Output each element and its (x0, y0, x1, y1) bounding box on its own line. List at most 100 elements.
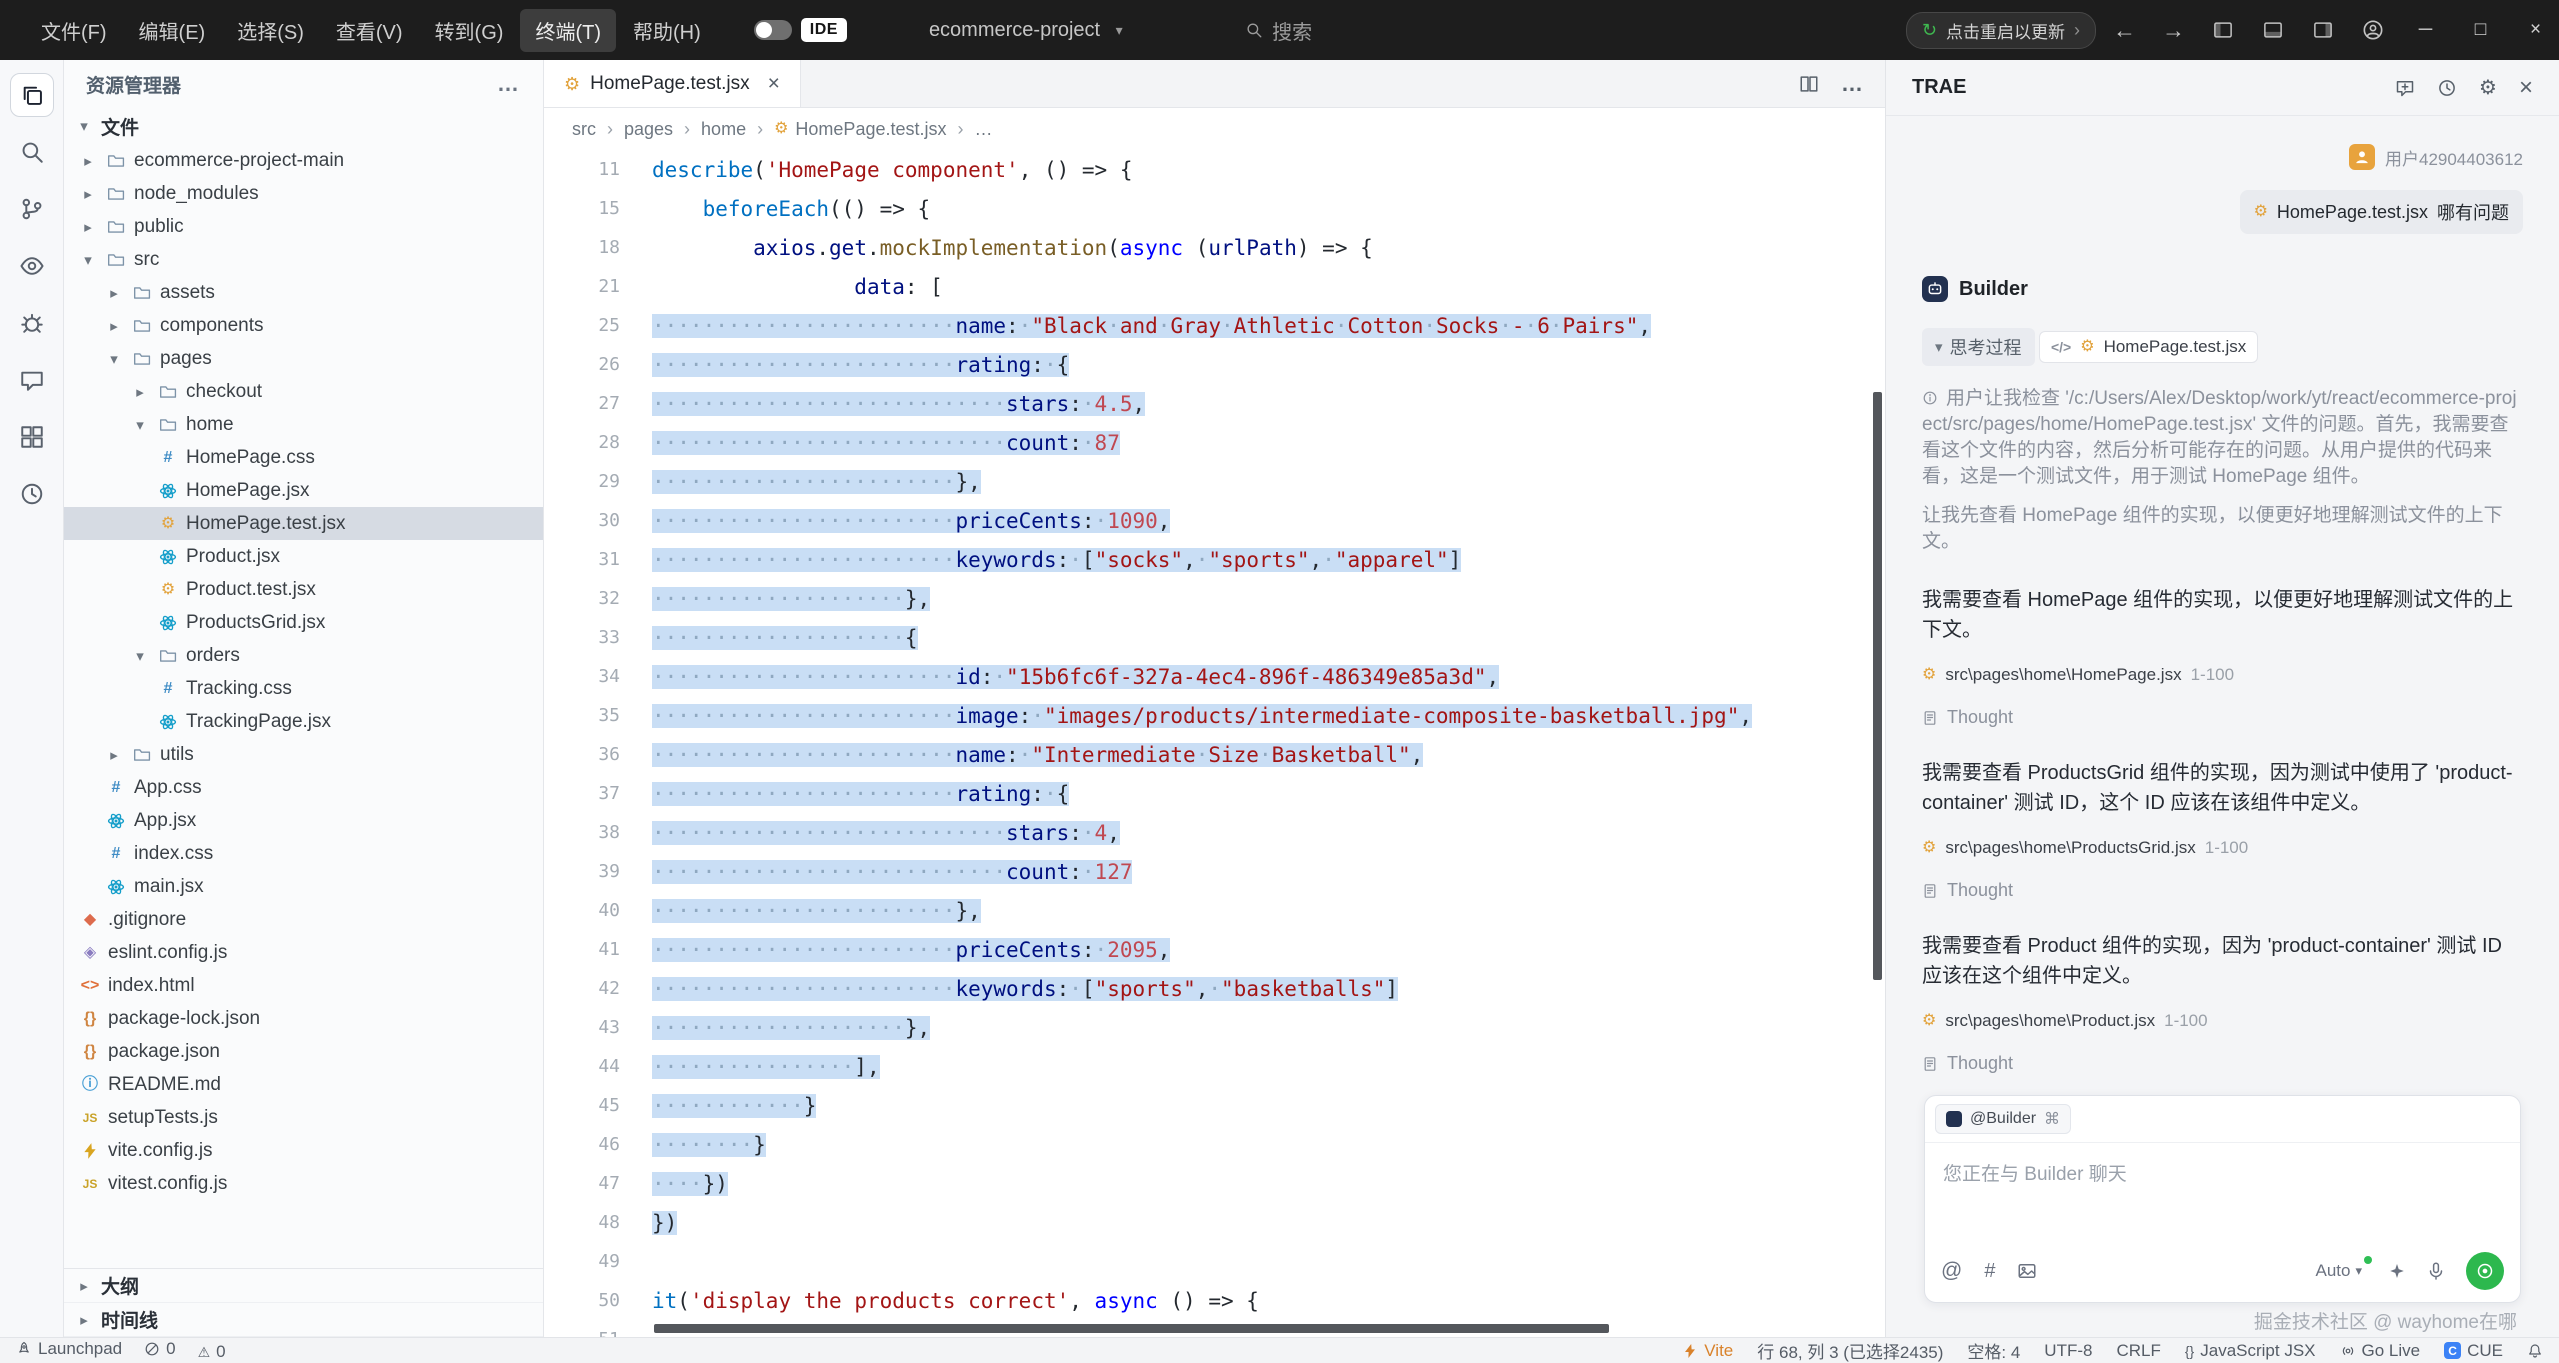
breadcrumb-item-home[interactable]: home (701, 119, 746, 140)
tree-item-vitest-config-js[interactable]: JSvitest.config.js (64, 1167, 543, 1200)
tree-item-home[interactable]: ▾home (64, 408, 543, 441)
code-line[interactable]: 47····}) (544, 1164, 1885, 1203)
line-number[interactable]: 25 (544, 315, 620, 336)
code-line[interactable]: 15 beforeEach(() => { (544, 189, 1885, 228)
tree-item-productsgrid-jsx[interactable]: ProductsGrid.jsx (64, 606, 543, 639)
split-editor-button[interactable] (1799, 74, 1819, 94)
tree-item-node-modules[interactable]: ▸node_modules (64, 177, 543, 210)
tree-item-ecommerce-project-main[interactable]: ▸ecommerce-project-main (64, 144, 543, 177)
thought-toggle[interactable]: Thought (1922, 1053, 2523, 1074)
tree-item-assets[interactable]: ▸assets (64, 276, 543, 309)
code-line[interactable]: 49 (544, 1242, 1885, 1281)
tab-close-icon[interactable]: × (768, 72, 780, 96)
account-button[interactable] (2352, 19, 2394, 41)
line-number[interactable]: 29 (544, 471, 620, 492)
forward-button[interactable]: → (2153, 17, 2194, 44)
line-number[interactable]: 33 (544, 627, 620, 648)
activity-debug[interactable] (10, 301, 54, 345)
file-reference[interactable]: ⚙src\pages\home\Product.jsx1-100 (1922, 1011, 2523, 1031)
tree-item-orders[interactable]: ▾orders (64, 639, 543, 672)
code-line[interactable]: 43····················}, (544, 1008, 1885, 1047)
status-indentation[interactable]: 空格: 4 (1967, 1338, 2020, 1363)
code-line[interactable]: 50it('display the products correct', asy… (544, 1281, 1885, 1320)
thinking-process-toggle[interactable]: ▾ 思考过程 (1922, 328, 2035, 366)
chat-input[interactable]: 您正在与 Builder 聊天 (1925, 1143, 2520, 1244)
new-chat-button[interactable] (2395, 78, 2415, 98)
tree-item-trackingpage-jsx[interactable]: TrackingPage.jsx (64, 705, 543, 738)
code-line[interactable]: 18 axios.get.mockImplementation(async (u… (544, 228, 1885, 267)
tree-item-src[interactable]: ▾src (64, 243, 543, 276)
tree-item-homepage-jsx[interactable]: HomePage.jsx (64, 474, 543, 507)
tree-item-homepage-test-jsx[interactable]: ⚙HomePage.test.jsx (64, 507, 543, 540)
mention-button[interactable]: @ (1941, 1259, 1962, 1283)
toggle-secondary-sidebar-button[interactable] (2302, 20, 2344, 40)
model-auto-select[interactable]: Auto ▾ (2315, 1261, 2368, 1281)
line-number[interactable]: 45 (544, 1095, 620, 1116)
vertical-scrollbar[interactable] (1873, 392, 1882, 980)
status-go-live[interactable]: Go Live (2340, 1341, 2421, 1361)
mic-button[interactable] (2426, 1261, 2446, 1281)
breadcrumb-item-src[interactable]: src (572, 119, 596, 140)
chat-history-button[interactable] (2437, 78, 2457, 98)
tree-item-public[interactable]: ▸public (64, 210, 543, 243)
code-line[interactable]: 46········} (544, 1125, 1885, 1164)
send-button[interactable] (2466, 1252, 2504, 1290)
line-number[interactable]: 30 (544, 510, 620, 531)
line-number[interactable]: 51 (544, 1329, 620, 1337)
maximize-button[interactable]: □ (2457, 0, 2504, 60)
tree-item-eslint-config-js[interactable]: ◈eslint.config.js (64, 936, 543, 969)
line-number[interactable]: 34 (544, 666, 620, 687)
line-number[interactable]: 41 (544, 939, 620, 960)
menu-file[interactable]: 文件(F) (26, 9, 122, 52)
back-button[interactable]: ← (2104, 17, 2145, 44)
hash-button[interactable]: # (1984, 1260, 1995, 1283)
code-line[interactable]: 30························priceCents:·10… (544, 501, 1885, 540)
menu-terminal[interactable]: 终端(T) (520, 9, 616, 52)
breadcrumb-item-pages[interactable]: pages (624, 119, 673, 140)
close-button[interactable]: × (2512, 0, 2559, 60)
line-number[interactable]: 31 (544, 549, 620, 570)
line-number[interactable]: 11 (544, 159, 620, 180)
code-line[interactable]: 34························id:·"15b6fc6f-… (544, 657, 1885, 696)
tree-item-pages[interactable]: ▾pages (64, 342, 543, 375)
code-line[interactable]: 21 data: [ (544, 267, 1885, 306)
status-encoding[interactable]: UTF-8 (2044, 1341, 2092, 1361)
thought-toggle[interactable]: Thought (1922, 707, 2523, 728)
status-cursor-position[interactable]: 行 68, 列 3 (已选择2435) (1757, 1338, 1943, 1363)
ide-toggle-switch[interactable] (754, 20, 792, 40)
project-selector[interactable]: ecommerce-project ▾ (929, 19, 1129, 42)
code-line[interactable]: 27····························stars:·4.5… (544, 384, 1885, 423)
explorer-more-button[interactable]: … (497, 71, 521, 97)
file-reference[interactable]: ⚙src\pages\home\HomePage.jsx1-100 (1922, 665, 2523, 685)
code-line[interactable]: 42························keywords:·["sp… (544, 969, 1885, 1008)
line-number[interactable]: 42 (544, 978, 620, 999)
activity-extensions[interactable] (10, 415, 54, 459)
activity-history[interactable] (10, 472, 54, 516)
code-line[interactable]: 31························keywords:·["so… (544, 540, 1885, 579)
tree-item-components[interactable]: ▸components (64, 309, 543, 342)
breadcrumb-item-homepage-test-jsx[interactable]: ⚙HomePage.test.jsx (774, 119, 946, 140)
chat-input-card[interactable]: @Builder ⌘ 您正在与 Builder 聊天 @ # Auto ▾ (1924, 1095, 2521, 1303)
minimize-button[interactable]: ─ (2402, 0, 2449, 60)
line-number[interactable]: 43 (544, 1017, 620, 1038)
line-number[interactable]: 50 (544, 1290, 620, 1311)
tree-item-homepage-css[interactable]: #HomePage.css (64, 441, 543, 474)
status-vite[interactable]: Vite (1682, 1341, 1733, 1361)
section-files[interactable]: ▾ 文件 (64, 108, 543, 144)
tree-item-package-lock-json[interactable]: {}package-lock.json (64, 1002, 543, 1035)
tree-item-product-jsx[interactable]: Product.jsx (64, 540, 543, 573)
settings-gear-icon[interactable]: ⚙ (2479, 75, 2497, 100)
restart-update-button[interactable]: ↻ 点击重启以更新 › (1906, 12, 2096, 49)
close-panel-button[interactable]: × (2519, 74, 2533, 102)
tree-item-tracking-css[interactable]: #Tracking.css (64, 672, 543, 705)
code-line[interactable]: 38····························stars:·4, (544, 813, 1885, 852)
input-context-chip[interactable]: @Builder ⌘ (1935, 1104, 2071, 1134)
global-search[interactable]: 搜索 (1245, 16, 1312, 45)
tab-homepage-test-jsx[interactable]: ⚙ HomePage.test.jsx × (544, 60, 801, 107)
menu-selection[interactable]: 选择(S) (222, 9, 319, 52)
line-number[interactable]: 15 (544, 198, 620, 219)
line-number[interactable]: 37 (544, 783, 620, 804)
tree-item-readme-md[interactable]: ⓘREADME.md (64, 1068, 543, 1101)
line-number[interactable]: 32 (544, 588, 620, 609)
menu-edit[interactable]: 编辑(E) (124, 9, 221, 52)
